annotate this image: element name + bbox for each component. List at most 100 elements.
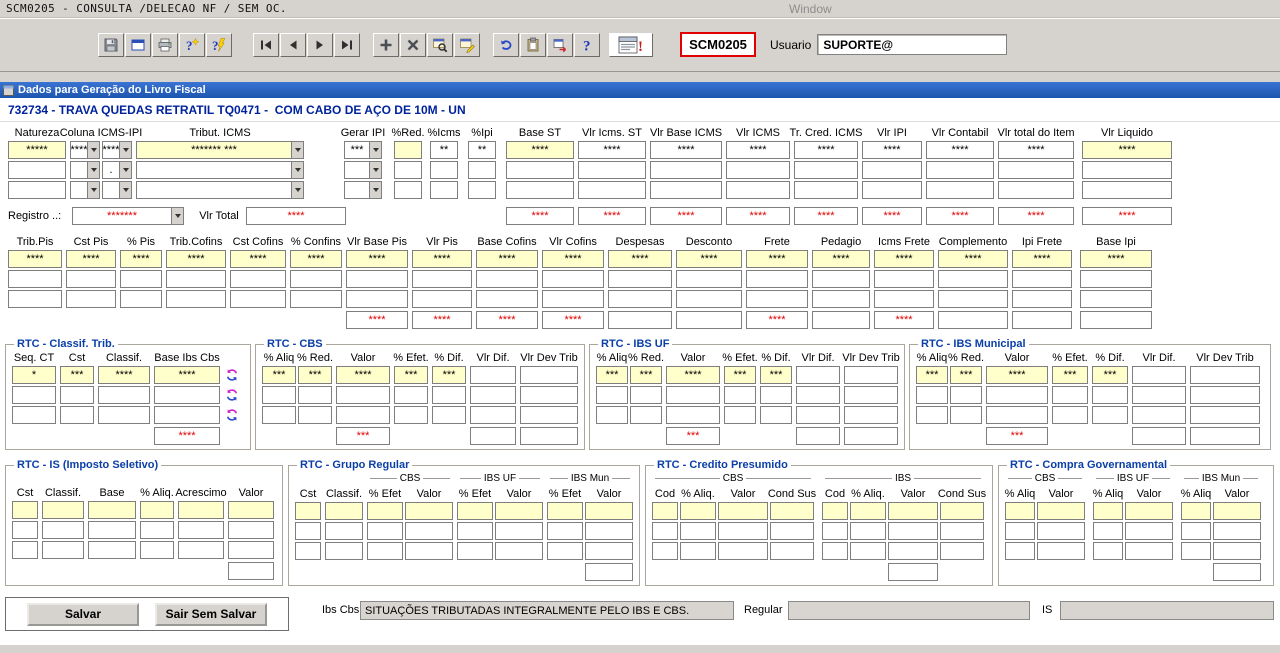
cbs-valor-field[interactable] <box>1037 502 1085 520</box>
form-field[interactable] <box>746 290 808 308</box>
total-vlr-contabil[interactable]: **** <box>926 207 994 225</box>
total-vlr-icms-st[interactable]: **** <box>578 207 646 225</box>
form-field[interactable] <box>476 270 538 288</box>
tribut-icms-select[interactable] <box>136 181 304 199</box>
form-field[interactable] <box>295 522 321 540</box>
ibs-uf-aliq-field[interactable] <box>1093 502 1123 520</box>
form-field[interactable] <box>938 270 1008 288</box>
efet-field[interactable]: *** <box>724 366 756 384</box>
form-field[interactable] <box>12 406 56 424</box>
vlr-cofins-field[interactable]: **** <box>542 250 604 268</box>
window-frame-button[interactable] <box>125 33 151 57</box>
vlr-dif-field[interactable] <box>796 366 840 384</box>
form-field[interactable] <box>520 406 578 424</box>
form-field[interactable] <box>650 181 722 199</box>
form-field[interactable] <box>230 290 286 308</box>
form-field[interactable] <box>8 290 62 308</box>
form-field[interactable] <box>718 542 768 560</box>
vlr-dif-field[interactable] <box>1132 366 1186 384</box>
undo-button[interactable] <box>493 33 519 57</box>
form-field[interactable] <box>298 406 332 424</box>
cst-field[interactable]: *** <box>60 366 94 384</box>
form-field[interactable] <box>262 406 296 424</box>
edit-button[interactable] <box>454 33 480 57</box>
form-field[interactable] <box>42 541 84 559</box>
form-field[interactable] <box>430 181 458 199</box>
natureza-field[interactable]: ***** <box>8 141 66 159</box>
vlr-dev-trib-field[interactable] <box>844 366 898 384</box>
valor-field[interactable]: **** <box>986 366 1048 384</box>
form-field[interactable] <box>1052 386 1088 404</box>
form-field[interactable] <box>1181 542 1211 560</box>
form-field[interactable] <box>346 290 408 308</box>
delete-record-button[interactable] <box>400 33 426 57</box>
total-icms-frete[interactable]: **** <box>874 311 934 329</box>
cbs-aliq-field[interactable] <box>680 502 716 520</box>
form-field[interactable] <box>680 542 716 560</box>
form-field[interactable] <box>367 542 403 560</box>
frete-field[interactable]: **** <box>746 250 808 268</box>
form-field[interactable] <box>12 386 56 404</box>
form-field[interactable] <box>666 386 720 404</box>
form-field[interactable] <box>178 541 224 559</box>
pct-red-field[interactable] <box>394 141 422 159</box>
form-field[interactable] <box>1012 290 1072 308</box>
form-field[interactable] <box>1132 406 1186 424</box>
gerar-ipi-select[interactable]: *** <box>344 141 382 159</box>
cbs-efet-field[interactable] <box>367 502 403 520</box>
cbs-aliq-field[interactable] <box>1005 502 1035 520</box>
tr-cred-icms-field[interactable]: **** <box>794 141 858 159</box>
form-field[interactable] <box>585 522 633 540</box>
form-field[interactable] <box>950 386 982 404</box>
form-field[interactable] <box>290 270 342 288</box>
form-field[interactable] <box>457 542 493 560</box>
form-field[interactable] <box>394 386 428 404</box>
tribut-icms-select[interactable] <box>136 161 304 179</box>
despesas-field[interactable]: **** <box>608 250 672 268</box>
pct-pis-field[interactable]: **** <box>120 250 162 268</box>
pct-ipi-field[interactable]: ** <box>468 141 496 159</box>
total-vlr-icms[interactable]: **** <box>726 207 790 225</box>
cbs-valor-field[interactable] <box>718 502 768 520</box>
tribut-icms-select[interactable]: ******* *** <box>136 141 304 159</box>
vlr-dev-trib-total[interactable] <box>520 427 578 445</box>
form-field[interactable] <box>630 406 662 424</box>
vlr-dev-trib-total[interactable] <box>844 427 898 445</box>
cst-field[interactable] <box>12 501 38 519</box>
form-field[interactable] <box>88 541 136 559</box>
valor-total[interactable]: *** <box>336 427 390 445</box>
seq-ct-field[interactable]: * <box>12 366 56 384</box>
is-input[interactable] <box>1060 601 1274 620</box>
efet-field[interactable]: *** <box>394 366 428 384</box>
form-field[interactable] <box>862 181 922 199</box>
total-vlr-base-pis[interactable]: **** <box>346 311 408 329</box>
form-field[interactable] <box>986 386 1048 404</box>
form-field[interactable] <box>578 161 646 179</box>
coluna-icms-select[interactable] <box>70 161 100 179</box>
natureza-field[interactable] <box>8 161 66 179</box>
vlr-total-item-field[interactable]: **** <box>998 141 1074 159</box>
ibs-uf-efet-field[interactable] <box>457 502 493 520</box>
form-field[interactable] <box>154 406 220 424</box>
form-field[interactable] <box>850 522 886 540</box>
ibs-cbs-input[interactable]: SITUAÇÕES TRIBUTADAS INTEGRALMENTE PELO … <box>360 601 734 620</box>
form-field[interactable] <box>926 161 994 179</box>
cst-cofins-field[interactable]: **** <box>230 250 286 268</box>
total-complemento[interactable] <box>938 311 1008 329</box>
form-field[interactable] <box>140 541 174 559</box>
coluna-icms-select[interactable] <box>70 181 100 199</box>
vlr-dif-total[interactable] <box>796 427 840 445</box>
form-field[interactable] <box>770 542 814 560</box>
dropdown-arrow-icon[interactable] <box>119 182 131 198</box>
form-field[interactable] <box>476 290 538 308</box>
vlr-base-icms-field[interactable]: **** <box>650 141 722 159</box>
notes-button[interactable]: ! <box>609 33 653 57</box>
form-field[interactable] <box>42 521 84 539</box>
form-field[interactable] <box>1092 406 1128 424</box>
form-field[interactable] <box>986 406 1048 424</box>
form-field[interactable] <box>1190 406 1260 424</box>
question-button[interactable]: ? <box>574 33 600 57</box>
total-despesas[interactable] <box>608 311 672 329</box>
help-button[interactable]: ? <box>179 33 205 57</box>
total-ipi-frete[interactable] <box>1012 311 1072 329</box>
